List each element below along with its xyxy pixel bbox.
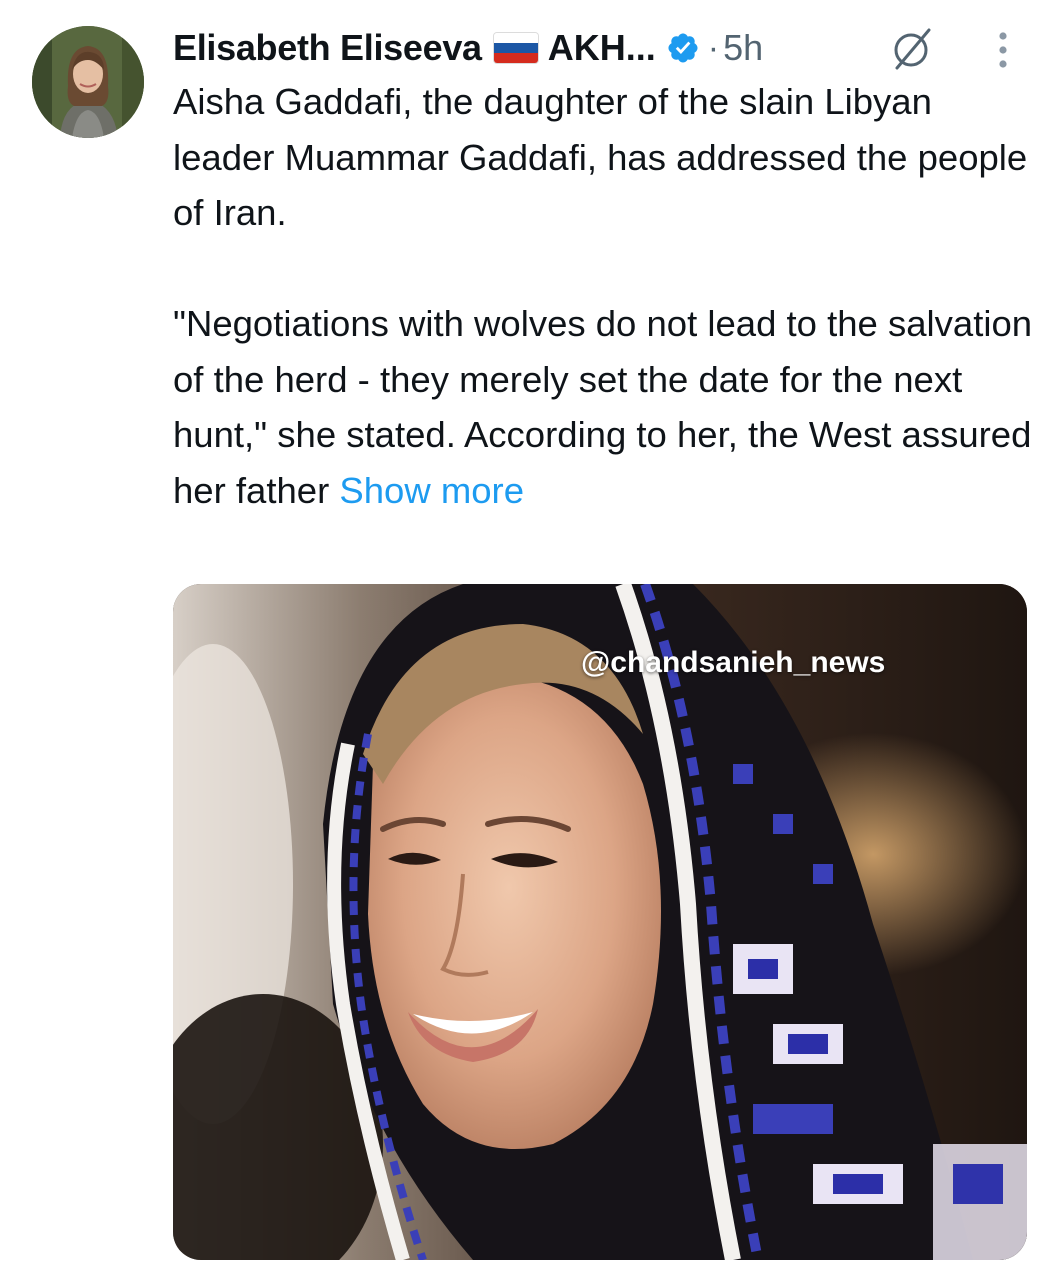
verified-badge-icon[interactable]: [666, 31, 700, 65]
show-more-link[interactable]: Show more: [339, 470, 524, 511]
grok-slash-icon[interactable]: [885, 22, 939, 76]
post-timestamp[interactable]: 5h: [723, 27, 763, 69]
tweet[interactable]: Elisabeth Eliseeva AKH... · 5h Aisha Gad…: [0, 0, 1060, 1280]
more-options-icon[interactable]: [992, 28, 1014, 72]
tweet-header: Elisabeth Eliseeva AKH... · 5h: [173, 20, 763, 76]
tweet-media-photo[interactable]: @chandsanieh_news: [173, 584, 1027, 1260]
author-avatar[interactable]: [32, 26, 144, 138]
author-handle[interactable]: AKH...: [548, 27, 656, 69]
tweet-paragraph-2-text: "Negotiations with wolves do not lead to…: [173, 303, 1033, 511]
tweet-paragraph-1: Aisha Gaddafi, the daughter of the slain…: [173, 81, 1028, 233]
media-watermark: @chandsanieh_news: [581, 646, 886, 679]
author-name[interactable]: Elisabeth Eliseeva: [173, 27, 482, 69]
tweet-text: Aisha Gaddafi, the daughter of the slain…: [173, 74, 1033, 518]
tweet-paragraph-2: "Negotiations with wolves do not lead to…: [173, 296, 1033, 518]
russia-flag-icon: [493, 33, 538, 63]
separator-dot: ·: [707, 28, 720, 67]
